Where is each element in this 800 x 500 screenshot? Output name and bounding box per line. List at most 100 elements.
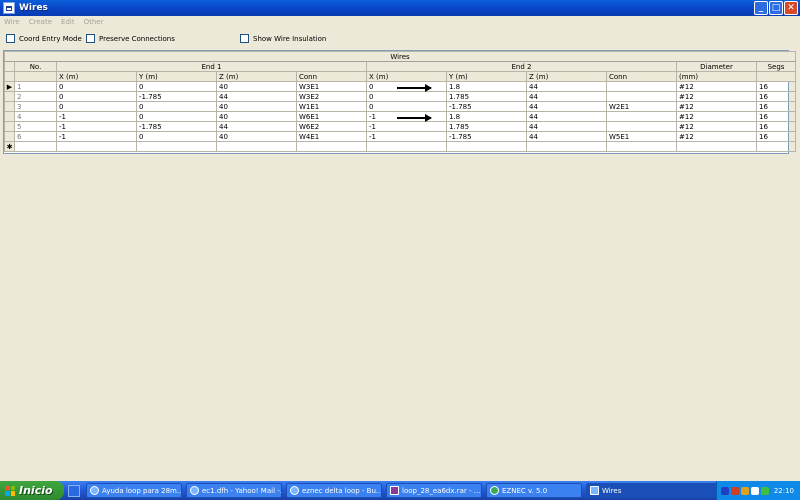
col-header-dia-unit[interactable]: (mm) — [676, 71, 757, 82]
new-row-cell[interactable] — [526, 141, 607, 152]
checkbox-box[interactable] — [86, 34, 95, 43]
taskbar-item-yahoo-mail[interactable]: ec1.dfh - Yahoo! Mail -... — [186, 483, 282, 498]
cell-no[interactable]: 2 — [14, 91, 57, 102]
cell-c1[interactable]: W3E2 — [296, 91, 367, 102]
cell-z1[interactable]: 40 — [216, 131, 297, 142]
cell-c1[interactable]: W1E1 — [296, 101, 367, 112]
table-row[interactable]: 2 0 -1.785 44 W3E2 0 1.785 44 #12 16 — [4, 91, 797, 102]
cell-z1[interactable]: 44 — [216, 91, 297, 102]
cell-y1[interactable]: -1.785 — [136, 91, 217, 102]
col-header-diameter[interactable]: Diameter — [676, 61, 757, 72]
cell-c2[interactable] — [606, 81, 677, 92]
row-selector[interactable] — [4, 91, 15, 102]
cell-y1[interactable]: -1.785 — [136, 121, 217, 132]
cell-y2[interactable]: -1.785 — [446, 131, 527, 142]
cell-c1[interactable]: W6E1 — [296, 111, 367, 122]
cell-z2[interactable]: 44 — [526, 91, 607, 102]
app-icon[interactable] — [3, 2, 15, 14]
show-insulation-checkbox[interactable]: Show Wire Insulation — [240, 34, 326, 43]
col-header-y1[interactable]: Y (m) — [136, 71, 217, 82]
cell-segs[interactable]: 16 — [755, 81, 797, 92]
cell-y1[interactable]: 0 — [136, 111, 217, 122]
cell-dia[interactable]: #12 — [676, 131, 757, 142]
cell-c2[interactable] — [606, 111, 677, 122]
cell-no[interactable]: 4 — [14, 111, 57, 122]
cell-y2[interactable]: 1.8 — [446, 111, 527, 122]
cell-no[interactable]: 6 — [14, 131, 57, 142]
cell-x1[interactable]: 0 — [56, 91, 137, 102]
close-button[interactable]: ✕ — [784, 1, 798, 15]
menu-edit[interactable]: Edit — [61, 18, 75, 26]
new-row-cell[interactable] — [366, 141, 447, 152]
cell-x1[interactable]: -1 — [56, 131, 137, 142]
network-icon[interactable] — [721, 486, 729, 495]
checkbox-box[interactable] — [6, 34, 15, 43]
col-header-conn2[interactable]: Conn — [606, 71, 677, 82]
cell-x2[interactable]: 0 — [366, 91, 447, 102]
minimize-button[interactable]: _ — [754, 1, 768, 15]
menu-create[interactable]: Create — [29, 18, 52, 26]
row-selector[interactable] — [4, 101, 15, 112]
cell-c1[interactable]: W4E1 — [296, 131, 367, 142]
cell-z2[interactable]: 44 — [526, 101, 607, 112]
cell-dia[interactable]: #12 — [676, 111, 757, 122]
cell-y2[interactable]: 1.8 — [446, 81, 527, 92]
col-header-z1[interactable]: Z (m) — [216, 71, 297, 82]
col-header-segs[interactable]: Segs — [755, 61, 797, 72]
cell-z2[interactable]: 44 — [526, 121, 607, 132]
cell-x1[interactable]: -1 — [56, 121, 137, 132]
cell-y1[interactable]: 0 — [136, 101, 217, 112]
volume-icon[interactable] — [751, 486, 759, 495]
cell-x2[interactable]: -1 — [366, 131, 447, 142]
new-row-cell[interactable] — [56, 141, 137, 152]
cell-segs[interactable]: 16 — [755, 91, 797, 102]
row-selector[interactable] — [4, 111, 15, 122]
table-row[interactable]: 6 -1 0 40 W4E1 -1 -1.785 44 W5E1 #12 16 — [4, 131, 797, 142]
preserve-connections-checkbox[interactable]: Preserve Connections — [86, 34, 175, 43]
cell-z1[interactable]: 40 — [216, 111, 297, 122]
messenger-icon[interactable] — [731, 486, 739, 495]
cell-x2[interactable]: 0 — [366, 101, 447, 112]
new-row-cell[interactable] — [606, 141, 677, 152]
col-header-z2[interactable]: Z (m) — [526, 71, 607, 82]
coord-entry-checkbox[interactable]: Coord Entry Mode — [6, 34, 82, 43]
new-row-cell[interactable] — [216, 141, 297, 152]
cell-y1[interactable]: 0 — [136, 131, 217, 142]
menu-wire[interactable]: Wire — [4, 18, 20, 26]
menu-other[interactable]: Other — [84, 18, 104, 26]
maximize-button[interactable]: □ — [769, 1, 783, 15]
antivirus-icon[interactable] — [741, 486, 749, 495]
new-row-cell[interactable] — [676, 141, 757, 152]
cell-segs[interactable]: 16 — [755, 121, 797, 132]
taskbar-item-eznec-search[interactable]: eznec delta loop - Bu... — [286, 483, 382, 498]
new-row-cell[interactable] — [14, 141, 57, 152]
update-icon[interactable] — [761, 486, 769, 495]
quick-launch-icon[interactable] — [68, 484, 80, 497]
cell-z2[interactable]: 44 — [526, 111, 607, 122]
cell-c2[interactable]: W2E1 — [606, 101, 677, 112]
cell-z2[interactable]: 44 — [526, 131, 607, 142]
new-row[interactable]: ✱ — [4, 141, 797, 152]
cell-z2[interactable]: 44 — [526, 81, 607, 92]
row-selector[interactable] — [4, 121, 15, 132]
table-row[interactable]: 3 0 0 40 W1E1 0 -1.785 44 W2E1 #12 16 — [4, 101, 797, 112]
cell-segs[interactable]: 16 — [755, 101, 797, 112]
cell-z1[interactable]: 40 — [216, 101, 297, 112]
cell-no[interactable]: 3 — [14, 101, 57, 112]
cell-c1[interactable]: W3E1 — [296, 81, 367, 92]
cell-no[interactable]: 5 — [14, 121, 57, 132]
cell-x1[interactable]: 0 — [56, 81, 137, 92]
cell-dia[interactable]: #12 — [676, 81, 757, 92]
row-selector[interactable] — [4, 131, 15, 142]
cell-segs[interactable]: 16 — [755, 131, 797, 142]
col-header-no[interactable]: No. — [14, 61, 57, 72]
row-selector[interactable]: ▶ — [4, 81, 15, 92]
new-row-selector[interactable]: ✱ — [4, 141, 15, 152]
taskbar-item-eznec[interactable]: EZNEC v. 5.0 — [486, 483, 582, 498]
col-header-y2[interactable]: Y (m) — [446, 71, 527, 82]
checkbox-box[interactable] — [240, 34, 249, 43]
col-header-conn1[interactable]: Conn — [296, 71, 367, 82]
cell-z1[interactable]: 40 — [216, 81, 297, 92]
taskbar-item-wires[interactable]: Wires — [586, 483, 726, 498]
new-row-cell[interactable] — [755, 141, 797, 152]
